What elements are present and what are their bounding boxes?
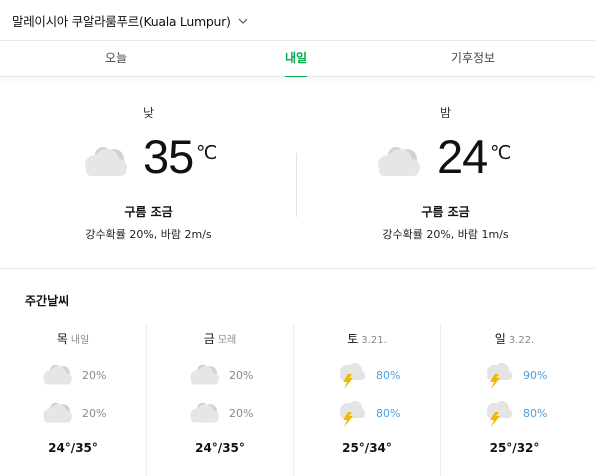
precip-chance: 20% [229,407,254,420]
weekly-weather-section: 주간날씨 목 내일 20% 20% 24°/35° 금 모레 20% 20% 2… [0,270,595,476]
cloud-icon [373,144,423,180]
am-row: 20% [0,361,146,391]
daytime-forecast: 낮 35 ℃ 구름 조금 강수확률 20%, 바람 2m/s [0,77,297,269]
day-name: 일 [494,332,506,346]
am-row: 80% [294,361,440,391]
day-sub: 내일 [70,335,90,346]
day-name: 목 [56,332,68,346]
temperature-unit: ℃ [490,142,512,164]
period-label: 낮 [142,106,155,120]
day-sub: 3.21. [361,335,387,346]
precip-chance: 20% [229,369,254,382]
am-row: 90% [441,361,588,391]
pm-row: 80% [294,399,440,429]
precip-chance: 20% [82,369,107,382]
cloud-icon [187,361,221,389]
thunderstorm-icon [334,399,368,427]
temp-range: 25°/32° [489,441,540,455]
day-column[interactable]: 일 3.22. 90% 80% 25°/32° [441,324,588,476]
precip-chance: 90% [523,369,548,382]
temp-range: 24°/35° [195,441,245,455]
cloud-icon [40,361,74,389]
pm-row: 20% [147,399,293,429]
thunderstorm-icon [481,361,515,389]
precip-chance: 20% [82,407,107,420]
period-label: 밤 [439,106,452,120]
day-label: 토 3.21. [294,330,440,347]
precip-chance: 80% [376,407,401,420]
tomorrow-forecast-panel: 낮 35 ℃ 구름 조금 강수확률 20%, 바람 2m/s 밤 24 ℃ 구름… [0,77,595,269]
location-selector[interactable]: 말레이시아 쿠알라룸푸르(Kuala Lumpur) [12,11,248,30]
tab-tomorrow[interactable]: 내일 [241,41,351,78]
section-title: 주간날씨 [25,294,70,308]
pm-row: 80% [441,399,588,429]
precip-chance: 80% [523,407,548,420]
day-column[interactable]: 토 3.21. 80% 80% 25°/34° [294,324,441,476]
day-name: 토 [347,332,359,346]
location-name: 말레이시아 쿠알라룸푸르(Kuala Lumpur) [12,14,231,29]
chevron-down-icon [238,18,247,24]
pm-row: 20% [0,399,146,429]
condition-text: 구름 조금 [421,205,470,219]
day-name: 금 [203,332,215,346]
location-header: 말레이시아 쿠알라룸푸르(Kuala Lumpur) [0,0,595,41]
tab-bar: 오늘 내일 기후정보 [0,41,595,78]
day-sub: 3.22. [508,335,535,346]
precip-chance: 80% [376,369,401,382]
nighttime-forecast: 밤 24 ℃ 구름 조금 강수확률 20%, 바람 1m/s [297,77,594,269]
weekly-days: 목 내일 20% 20% 24°/35° 금 모레 20% 20% 24°/35° [0,324,595,476]
tab-today[interactable]: 오늘 [61,41,171,77]
day-sub: 모레 [217,335,237,346]
am-row: 20% [147,361,293,391]
temp-range: 25°/34° [342,441,392,455]
cloud-icon [40,399,74,427]
day-column[interactable]: 목 내일 20% 20% 24°/35° [0,324,147,476]
temp-range: 24°/35° [48,441,98,455]
detail-text: 강수확률 20%, 바람 1m/s [382,228,509,241]
cloud-icon [187,399,221,427]
day-column[interactable]: 금 모레 20% 20% 24°/35° [147,324,294,476]
temperature-value: 24 [437,130,488,183]
day-label: 일 3.22. [441,330,588,347]
thunderstorm-icon [481,399,515,427]
day-label: 금 모레 [147,330,293,347]
tab-climate-info[interactable]: 기후정보 [418,41,528,77]
condition-text: 구름 조금 [124,205,173,219]
day-label: 목 내일 [0,330,146,347]
temperature-unit: ℃ [196,142,218,164]
detail-text: 강수확률 20%, 바람 2m/s [85,228,212,241]
cloud-icon [80,144,130,180]
temperature-value: 35 [143,130,194,183]
thunderstorm-icon [334,361,368,389]
